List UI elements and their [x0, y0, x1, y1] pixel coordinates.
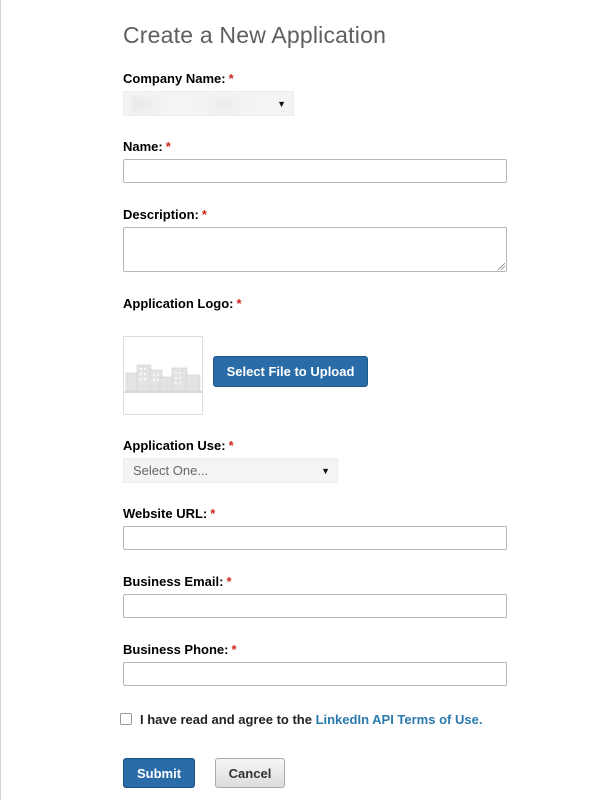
logo-preview: [123, 336, 203, 415]
name-label: Name: *: [123, 139, 171, 154]
chevron-down-icon: ▼: [321, 465, 330, 476]
submit-button[interactable]: Submit: [123, 758, 195, 788]
terms-prefix: I have read and agree to the: [140, 712, 316, 727]
business-email-input[interactable]: [123, 594, 507, 618]
application-logo-label-text: Application Logo:: [123, 296, 234, 311]
company-name-label-text: Company Name:: [123, 71, 226, 86]
application-use-label-text: Application Use:: [123, 438, 226, 453]
description-textarea[interactable]: [123, 227, 507, 272]
company-name-label: Company Name: *: [123, 71, 234, 86]
required-marker: *: [228, 438, 234, 453]
required-marker: *: [231, 642, 237, 657]
required-marker: *: [165, 139, 171, 154]
required-marker: *: [236, 296, 242, 311]
chevron-down-icon: ▼: [277, 98, 286, 109]
website-url-input[interactable]: [123, 526, 507, 550]
description-label: Description: *: [123, 207, 207, 222]
select-file-upload-button[interactable]: Select File to Upload: [213, 356, 368, 387]
terms-agreement: I have read and agree to the LinkedIn AP…: [140, 712, 482, 727]
company-name-select[interactable]: ▼: [123, 91, 294, 116]
page-left-border: [0, 0, 1, 800]
application-use-value: Select One...: [133, 463, 209, 478]
website-url-label: Website URL: *: [123, 506, 215, 521]
description-label-text: Description:: [123, 207, 199, 222]
name-input[interactable]: [123, 159, 507, 183]
business-email-label-text: Business Email:: [123, 574, 224, 589]
terms-checkbox[interactable]: [120, 713, 132, 725]
page-title: Create a New Application: [123, 22, 387, 48]
application-use-select[interactable]: Select One... ▼: [123, 458, 338, 483]
terms-of-use-link[interactable]: LinkedIn API Terms of Use.: [316, 712, 483, 727]
required-marker: *: [228, 71, 234, 86]
business-email-label: Business Email: *: [123, 574, 232, 589]
business-phone-input[interactable]: [123, 662, 507, 686]
business-phone-label-text: Business Phone:: [123, 642, 229, 657]
business-phone-label: Business Phone: *: [123, 642, 237, 657]
resize-grip-icon[interactable]: [498, 263, 505, 270]
company-name-redacted: [132, 96, 262, 112]
buildings-icon: [124, 364, 202, 393]
required-marker: *: [210, 506, 216, 521]
application-use-label: Application Use: *: [123, 438, 234, 453]
required-marker: *: [226, 574, 232, 589]
required-marker: *: [201, 207, 207, 222]
name-label-text: Name:: [123, 139, 163, 154]
cancel-button[interactable]: Cancel: [215, 758, 285, 788]
application-logo-label: Application Logo: *: [123, 296, 242, 311]
website-url-label-text: Website URL:: [123, 506, 208, 521]
